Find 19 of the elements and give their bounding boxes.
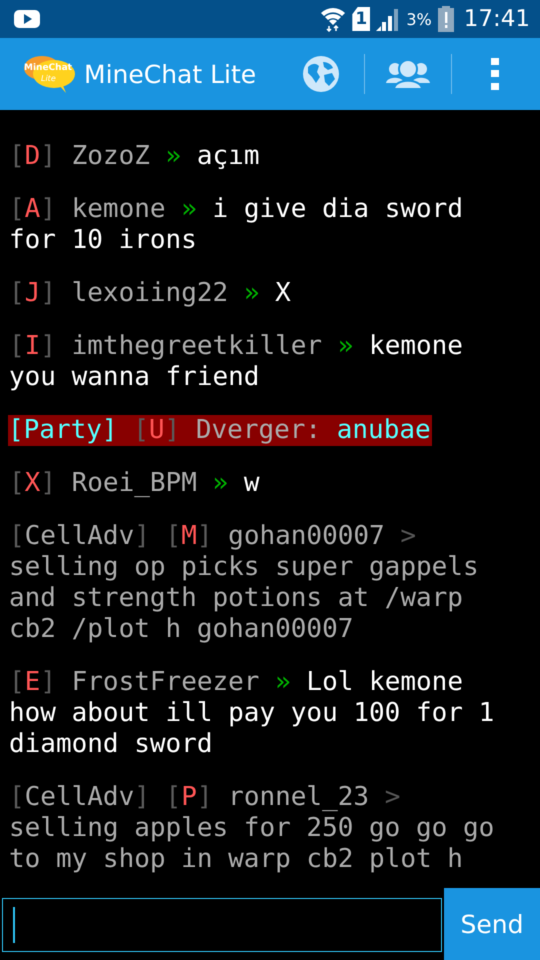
clock-time: 17:41 <box>464 6 530 32</box>
wifi-icon <box>320 6 346 32</box>
chat-message: [I] imthegreetkiller » kemone you wanna friend <box>9 331 464 393</box>
chat-message: [A] kemone » i give dia sword for 10 irons <box>9 194 464 256</box>
chat-message: [E] FrostFreezer » Lol kemone how about ill pay you 100 for 1 diamond sword <box>9 667 496 760</box>
chat-message: [X] Roei_BPM » w <box>9 468 260 499</box>
chat-message: [D] ZozoZ » açım <box>9 141 260 172</box>
app-title: MineChat Lite <box>84 60 256 88</box>
send-button[interactable]: Send <box>444 888 540 960</box>
battery-percent: 3% <box>406 10 432 28</box>
signal-icon <box>376 7 400 31</box>
play-icon <box>14 10 40 28</box>
chat-message: [Party] [U] Dverger: anubae <box>8 415 432 446</box>
message-input-field[interactable] <box>2 898 442 952</box>
sim-icon: 1 <box>352 7 370 31</box>
battery-alert-icon <box>438 6 454 32</box>
chat-message: [CellAdv] [P] ronnel_23 > selling apples for 250 go go go to my shop in warp cb2 plot h <box>9 782 496 875</box>
chat-message: [J] lexoiing22 » X <box>9 278 292 309</box>
chat-message: [CellAdv] [M] gohan00007 > selling op picks super gappels and strength potions at /warp cb2 /plot h gohan00007 <box>9 521 480 645</box>
